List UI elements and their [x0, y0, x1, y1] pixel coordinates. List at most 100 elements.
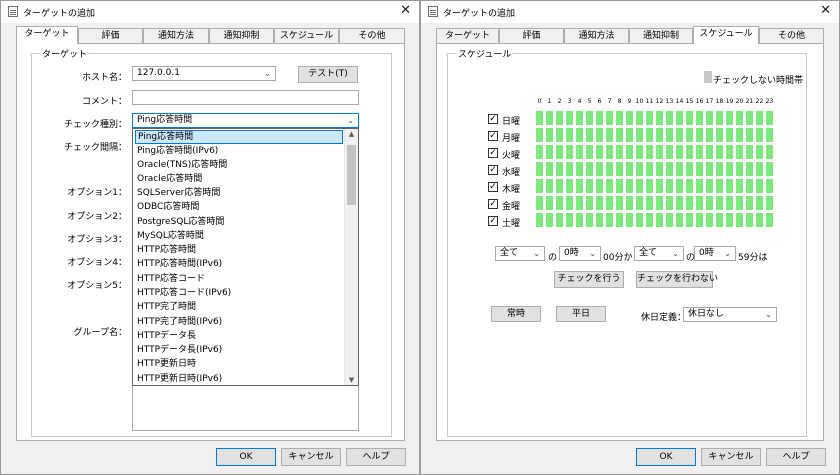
dropdown-option[interactable]: HTTP応答コード: [135, 272, 343, 286]
scroll-up-icon[interactable]: ▲: [345, 130, 358, 138]
schedule-cell[interactable]: [726, 162, 733, 176]
schedule-cell[interactable]: [706, 213, 713, 227]
schedule-cell[interactable]: [676, 196, 683, 210]
left-tab-notify[interactable]: 通知方法: [143, 28, 209, 43]
schedule-cell[interactable]: [646, 179, 653, 193]
schedule-cell[interactable]: [726, 179, 733, 193]
schedule-cell[interactable]: [636, 179, 643, 193]
schedule-cell[interactable]: [606, 179, 613, 193]
right-ok-button[interactable]: OK: [636, 448, 696, 466]
from-day-select[interactable]: 全て ⌄: [495, 246, 545, 261]
schedule-cell[interactable]: [636, 213, 643, 227]
schedule-cell[interactable]: [696, 162, 703, 176]
schedule-cell[interactable]: [746, 162, 753, 176]
holiday-select[interactable]: 休日なし ⌄: [683, 307, 777, 322]
schedule-cell[interactable]: [726, 128, 733, 142]
schedule-cell[interactable]: [716, 145, 723, 159]
left-tab-suppress[interactable]: 通知抑制: [209, 28, 274, 43]
schedule-cell[interactable]: [746, 128, 753, 142]
schedule-cell[interactable]: [736, 162, 743, 176]
schedule-cell[interactable]: [766, 213, 773, 227]
schedule-cell[interactable]: [716, 111, 723, 125]
schedule-cell[interactable]: [586, 162, 593, 176]
schedule-cell[interactable]: [546, 111, 553, 125]
left-cancel-button[interactable]: キャンセル: [281, 448, 341, 466]
right-tab-notify[interactable]: 通知方法: [564, 28, 629, 43]
schedule-cell[interactable]: [656, 128, 663, 142]
test-button[interactable]: テスト(T): [298, 66, 358, 83]
schedule-cell[interactable]: [646, 213, 653, 227]
left-tab-target[interactable]: ターゲット: [16, 26, 78, 44]
schedule-cell[interactable]: [586, 128, 593, 142]
dropdown-option[interactable]: ODBC応答時間: [135, 200, 343, 214]
schedule-cell[interactable]: [626, 111, 633, 125]
schedule-cell[interactable]: [666, 145, 673, 159]
schedule-cell[interactable]: [766, 179, 773, 193]
schedule-cell[interactable]: [706, 145, 713, 159]
dropdown-option[interactable]: MySQL応答時間: [135, 229, 343, 243]
schedule-cell[interactable]: [736, 128, 743, 142]
comment-field[interactable]: [132, 90, 359, 105]
schedule-cell[interactable]: [726, 213, 733, 227]
schedule-cell[interactable]: [616, 162, 623, 176]
right-tab-target[interactable]: ターゲット: [436, 28, 499, 43]
schedule-cell[interactable]: [726, 145, 733, 159]
check-dont-button[interactable]: チェックを行わない: [636, 271, 718, 288]
schedule-cell[interactable]: [706, 179, 713, 193]
dropdown-option[interactable]: Oracle(TNS)応答時間: [135, 158, 343, 172]
schedule-cell[interactable]: [656, 213, 663, 227]
schedule-cell[interactable]: [646, 128, 653, 142]
schedule-cell[interactable]: [736, 179, 743, 193]
schedule-cell[interactable]: [546, 162, 553, 176]
schedule-cell[interactable]: [716, 213, 723, 227]
schedule-cell[interactable]: [586, 196, 593, 210]
left-tab-eval[interactable]: 評価: [78, 28, 143, 43]
host-combo[interactable]: 127.0.0.1 ⌄: [132, 66, 276, 81]
schedule-cell[interactable]: [686, 213, 693, 227]
right-tab-eval[interactable]: 評価: [499, 28, 564, 43]
schedule-cell[interactable]: [616, 145, 623, 159]
schedule-cell[interactable]: [536, 179, 543, 193]
schedule-cell[interactable]: [536, 196, 543, 210]
schedule-cell[interactable]: [536, 162, 543, 176]
schedule-cell[interactable]: [736, 196, 743, 210]
dropdown-option[interactable]: HTTP完了時間(IPv6): [135, 315, 343, 329]
schedule-cell[interactable]: [696, 145, 703, 159]
close-icon[interactable]: ✕: [400, 3, 411, 19]
from-hour-select[interactable]: 0時 ⌄: [559, 246, 601, 261]
schedule-cell[interactable]: [596, 196, 603, 210]
schedule-cell[interactable]: [626, 213, 633, 227]
schedule-cell[interactable]: [756, 111, 763, 125]
schedule-cell[interactable]: [756, 162, 763, 176]
schedule-cell[interactable]: [606, 128, 613, 142]
schedule-cell[interactable]: [666, 111, 673, 125]
schedule-cell[interactable]: [656, 162, 663, 176]
schedule-cell[interactable]: [616, 128, 623, 142]
schedule-cell[interactable]: [586, 145, 593, 159]
dropdown-option[interactable]: HTTPデータ長(IPv6): [135, 343, 343, 357]
day-checkbox-saturday[interactable]: ✓: [488, 216, 498, 226]
dropdown-scrollbar[interactable]: ▲ ▼: [344, 129, 358, 385]
schedule-cell[interactable]: [706, 128, 713, 142]
schedule-cell[interactable]: [716, 162, 723, 176]
right-tab-other[interactable]: その他: [759, 28, 824, 43]
always-button[interactable]: 常時: [491, 306, 541, 322]
day-checkbox-sunday[interactable]: ✓: [488, 114, 498, 124]
schedule-cell[interactable]: [666, 162, 673, 176]
schedule-cell[interactable]: [556, 111, 563, 125]
schedule-cell[interactable]: [616, 179, 623, 193]
schedule-cell[interactable]: [576, 145, 583, 159]
dropdown-option[interactable]: PostgreSQL応答時間: [135, 215, 343, 229]
left-tab-other[interactable]: その他: [339, 28, 405, 43]
left-tab-schedule[interactable]: スケジュール: [274, 28, 339, 43]
schedule-cell[interactable]: [546, 196, 553, 210]
dropdown-option[interactable]: SQLServer応答時間: [135, 186, 343, 200]
schedule-cell[interactable]: [626, 196, 633, 210]
schedule-cell[interactable]: [566, 213, 573, 227]
schedule-cell[interactable]: [706, 111, 713, 125]
schedule-cell[interactable]: [636, 196, 643, 210]
day-checkbox-thursday[interactable]: ✓: [488, 182, 498, 192]
left-ok-button[interactable]: OK: [216, 448, 276, 466]
schedule-cell[interactable]: [546, 213, 553, 227]
schedule-cell[interactable]: [556, 196, 563, 210]
